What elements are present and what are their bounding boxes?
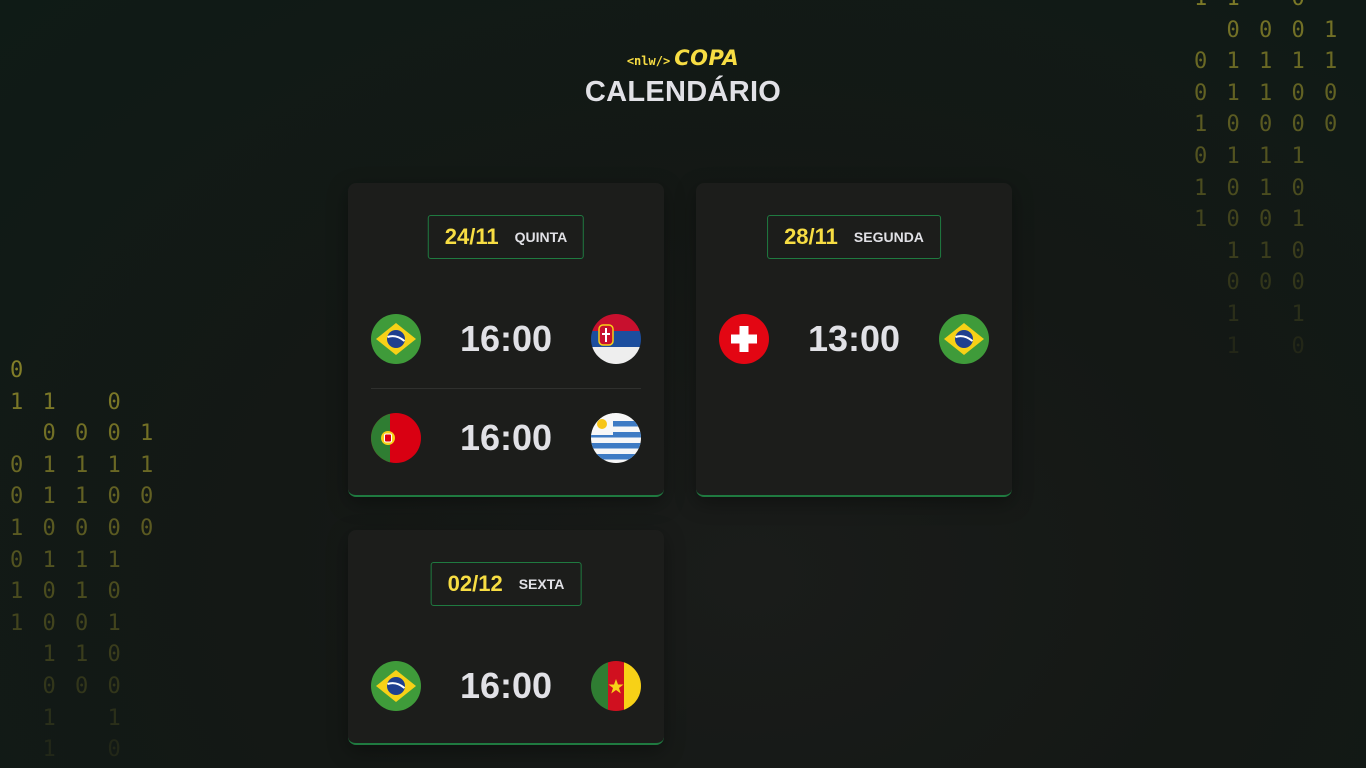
date-badge: 02/12 SEXTA [430, 562, 582, 606]
serbia-flag-icon [590, 314, 641, 364]
binary-row: 0 0 0 [1194, 270, 1308, 296]
match-row: 16:00 [371, 413, 641, 463]
binary-row: 1 0 0 0 0 [1194, 112, 1341, 138]
brazil-flag-icon [371, 314, 421, 364]
logo-tag: <nlw/> [626, 54, 671, 68]
match-row: 13:00 [719, 314, 989, 364]
switzerland-flag-icon [719, 314, 769, 364]
binary-row: 0 0 0 [10, 673, 124, 699]
match-time: 16:00 [459, 417, 553, 458]
cameroon-flag-icon [590, 661, 641, 711]
binary-row: 1 1 0 [10, 389, 124, 415]
binary-row: 1 0 [1194, 333, 1308, 359]
binary-row: 1 1 [10, 705, 124, 731]
match-day-card: 24/11 QUINTA 16:00 16:00 [348, 183, 664, 497]
date-number: 02/12 [447, 571, 503, 596]
binary-row: 1 0 1 0 [10, 579, 124, 605]
binary-row: 1 0 [10, 737, 124, 763]
match-row: 16:00 [371, 661, 641, 711]
binary-row: 0 1 1 0 0 [10, 484, 157, 510]
date-number: 24/11 [444, 224, 499, 249]
weekday-label: SEGUNDA [853, 229, 924, 245]
binary-row: 1 1 0 [1194, 238, 1308, 264]
match-time: 16:00 [459, 665, 553, 706]
weekday-label: SEXTA [518, 576, 565, 592]
brazil-flag-icon [938, 314, 989, 364]
portugal-flag-icon [371, 413, 421, 463]
binary-row: 0 1 1 1 [1194, 143, 1308, 169]
binary-row: 0 0 0 1 [1194, 17, 1341, 43]
logo-copa: COPA [674, 46, 740, 70]
brazil-flag-icon [371, 661, 421, 711]
binary-row: 1 0 1 0 [1194, 175, 1308, 201]
binary-row: 0 [10, 358, 27, 383]
uruguay-flag-icon [590, 413, 641, 463]
date-badge: 28/11 SEGUNDA [767, 215, 941, 259]
match-time: 13:00 [807, 318, 901, 359]
binary-row: 1 1 0 [10, 642, 124, 668]
weekday-label: QUINTA [514, 229, 568, 245]
page-header: <nlw/> COPA CALENDÁRIO [0, 46, 1366, 109]
nlw-copa-logo: <nlw/> COPA [627, 46, 739, 76]
binary-row: 1 0 0 1 [1194, 207, 1308, 233]
match-divider [371, 388, 641, 389]
match-row: 16:00 [371, 314, 641, 364]
page-title: CALENDÁRIO [584, 76, 782, 108]
binary-row: 1 0 0 0 0 [10, 515, 157, 541]
date-number: 28/11 [784, 224, 838, 249]
binary-decoration-left: 0 1 1 0 0 0 0 1 0 1 1 1 1 0 1 1 0 0 1 0 0 0 … [10, 355, 156, 766]
match-time: 16:00 [459, 318, 553, 359]
binary-row: 0 1 1 1 [10, 547, 124, 573]
binary-row: 0 0 0 1 [10, 421, 157, 447]
binary-row: 1 1 [1194, 301, 1308, 327]
match-day-card: 28/11 SEGUNDA 13:00 [696, 183, 1012, 497]
binary-row: 1 0 0 1 [10, 610, 124, 636]
date-badge: 24/11 QUINTA [427, 215, 585, 259]
match-day-card: 02/12 SEXTA 16:00 [348, 530, 664, 745]
binary-row: 1 1 0 [1194, 0, 1340, 15]
binary-row: 0 1 1 1 1 [10, 452, 157, 478]
